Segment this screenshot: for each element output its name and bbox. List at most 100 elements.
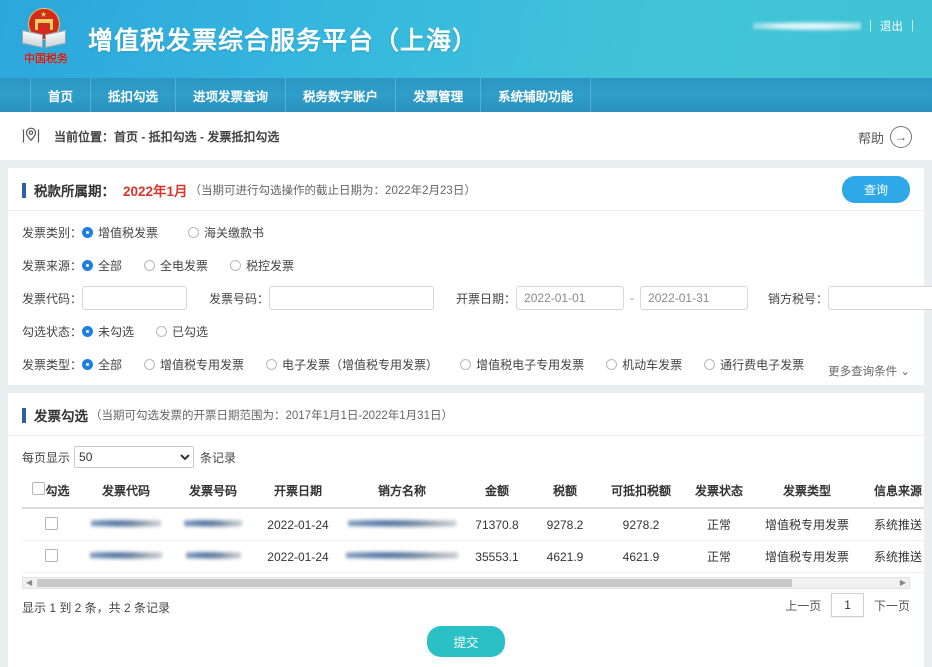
radio-category-vat-invoice[interactable]: 增值税发票 [82,224,158,241]
radio-type-all[interactable]: 全部 [82,356,122,373]
radio-type-vat-electronic-special[interactable]: 增值税电子专用发票 [460,356,584,373]
radio-source-all[interactable]: 全部 [82,257,122,274]
nav-item-input-invoice-query[interactable]: 进项发票查询 [176,78,287,112]
select-all-checkbox[interactable] [32,482,46,495]
table-header-row: 勾选 发票代码 发票号码 开票日期 销方名称 金额 税额 可抵扣税额 发票状态 … [22,476,924,509]
table-horizontal-scrollbar[interactable]: ◀ ▶ [22,577,910,589]
invoice-code-redacted [90,549,162,561]
seller-name-redacted [346,549,458,561]
query-button[interactable]: 查询 [841,176,910,203]
col-select-all[interactable]: 勾选 [22,476,80,509]
radio-label: 通行费电子发票 [720,357,805,372]
radio-dot-icon [144,259,156,271]
scroll-right-arrow-icon[interactable]: ▶ [900,579,906,587]
cell-tax: 4621.9 [532,540,598,573]
cell-status: 正常 [684,508,754,541]
scrollbar-thumb[interactable] [37,579,792,587]
invoice-category-label: 发票类别： [22,225,83,240]
site-header: ★ 中国税务 增值税发票综合服务平台（上海） | 退出 | [0,0,932,78]
pagination: 上一页 1 下一页 [785,593,910,617]
invoice-list-panel: 发票勾选 （当期可勾选发票的开票日期范围为：2017年1月1日-2022年1月3… [8,393,924,667]
scroll-left-arrow-icon[interactable]: ◀ [26,579,32,587]
col-invoice-status: 发票状态 [684,476,754,509]
main-nav: 首页 抵扣勾选 进项发票查询 税务数字账户 发票管理 系统辅助功能 [0,78,932,112]
nav-item-home[interactable]: 首页 [30,78,92,112]
radio-dot-icon [704,358,716,370]
radio-status-unchecked[interactable]: 未勾选 [82,323,134,340]
col-seller-name: 销方名称 [342,476,462,509]
cell-invoice-number [172,508,254,541]
invoice-table: 勾选 发票代码 发票号码 开票日期 销方名称 金额 税额 可抵扣税额 发票状态 … [22,476,924,573]
invoice-date-end-input[interactable] [640,286,749,310]
invoice-code-input[interactable] [82,286,188,310]
help-label: 帮助 [857,130,884,146]
cell-type: 增值税专用发票 [754,540,860,573]
row-select-cell[interactable] [22,508,80,541]
table-footer: 显示 1 到 2 条，共 2 条记录 上一页 1 下一页 [8,589,924,620]
invoice-number-input[interactable] [269,286,435,310]
radio-category-customs-payment[interactable]: 海关缴款书 [188,224,264,241]
invoice-type-label: 发票类型： [22,357,83,372]
cell-invoice-code [80,508,172,541]
row-checkbox[interactable] [44,548,58,562]
invoice-table-viewport: 勾选 发票代码 发票号码 开票日期 销方名称 金额 税额 可抵扣税额 发票状态 … [8,476,924,573]
page-size-row: 每页显示 50 条记录 [8,436,924,476]
invoice-date-start-input[interactable] [516,286,625,310]
cell-status: 正常 [684,540,754,573]
radio-dot-icon [266,358,278,370]
breadcrumb: 当前位置：首页 - 抵扣勾选 - 发票抵扣勾选 [54,128,279,145]
col-invoice-type: 发票类型 [754,476,860,509]
header-user-area: | 退出 | [753,18,914,34]
invoice-date-label: 开票日期： [456,291,517,306]
cell-amount: 71370.8 [462,508,532,541]
help-button[interactable]: 帮助 → [858,126,912,148]
invoice-code-label: 发票代码： [22,291,83,306]
radio-dot-icon [144,358,156,370]
radio-type-motor-vehicle[interactable]: 机动车发票 [606,356,682,373]
cell-amount: 35553.1 [462,540,532,573]
logout-link[interactable]: 退出 [880,18,903,34]
radio-type-toll-electronic[interactable]: 通行费电子发票 [704,356,804,373]
nav-item-tax-digital-account[interactable]: 税务数字账户 [286,78,397,112]
cell-invoice-date: 2022-01-24 [254,508,342,541]
col-tax: 税额 [532,476,598,509]
seller-tax-id-input[interactable] [828,286,932,310]
radio-label: 全部 [98,258,123,273]
radio-label: 未勾选 [98,324,135,339]
radio-dot-icon [188,226,200,238]
query-panel-header: 税款所属期： 2022年1月 （当期可进行勾选操作的截止日期为：2022年2月2… [8,168,924,211]
row-invoice-type: 发票类型： 全部 增值税专用发票 电子发票（增值税专用发票） 增值税电子专用发票 [22,351,910,377]
submit-button[interactable]: 提交 [427,626,505,657]
username-redacted [753,20,861,32]
more-conditions-toggle[interactable]: 更多查询条件 ⌄ [828,363,910,379]
china-tax-emblem-icon: ★ [22,8,66,52]
section-accent-bar [22,182,26,198]
nav-item-system-tools[interactable]: 系统辅助功能 [481,78,592,112]
radio-dot-icon [82,226,94,238]
nav-item-invoice-management[interactable]: 发票管理 [396,78,482,112]
next-page-button[interactable]: 下一页 [874,597,910,614]
query-panel: 税款所属期： 2022年1月 （当期可进行勾选操作的截止日期为：2022年2月2… [8,168,932,385]
current-page-number[interactable]: 1 [831,593,864,617]
check-status-label: 勾选状态： [22,324,83,339]
radio-label: 税控发票 [246,258,295,273]
nav-item-deduction-check[interactable]: 抵扣勾选 [91,78,177,112]
breadcrumb-path: 首页 - 抵扣勾选 - 发票抵扣勾选 [114,129,280,144]
page-size-select[interactable]: 50 [74,446,195,468]
radio-source-fully-digital[interactable]: 全电发票 [144,257,208,274]
cell-type: 增值税专用发票 [754,508,860,541]
invoice-number-label: 发票号码： [209,291,270,306]
row-invoice-category: 发票类别： 增值税发票 海关缴款书 [22,219,910,245]
radio-source-tax-control[interactable]: 税控发票 [230,257,294,274]
radio-type-vat-special[interactable]: 增值税专用发票 [144,356,244,373]
prev-page-button[interactable]: 上一页 [785,597,821,614]
row-checkbox[interactable] [44,516,58,530]
seller-tax-id-label: 销方税号： [768,291,829,306]
tax-period-label: 税款所属期： [34,184,115,199]
breadcrumb-prefix: 当前位置： [54,129,115,144]
col-deductible-tax: 可抵扣税额 [598,476,684,509]
radio-status-checked[interactable]: 已勾选 [156,323,208,340]
radio-dot-icon [230,259,242,271]
radio-type-electronic-vat-special[interactable]: 电子发票（增值税专用发票） [266,356,438,373]
row-select-cell[interactable] [22,540,80,573]
